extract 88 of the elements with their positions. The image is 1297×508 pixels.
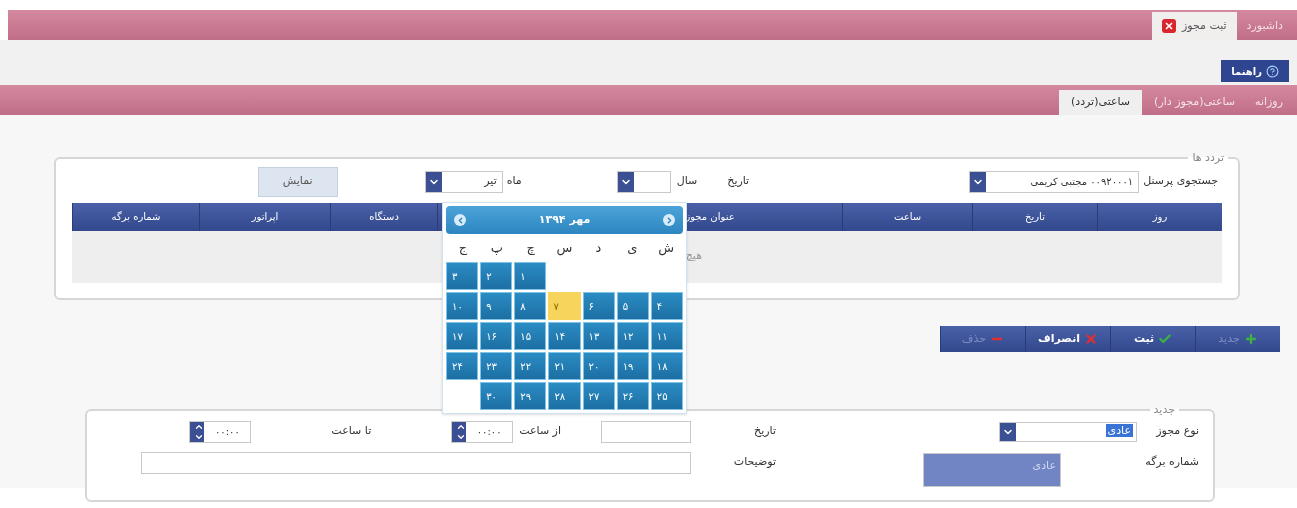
weekday-label: د <box>594 239 603 258</box>
panel-legend: تردد ها <box>1188 150 1228 167</box>
from-time-label: از ساعت <box>519 423 561 440</box>
next-month-icon[interactable] <box>454 214 466 226</box>
weekday-label: پ <box>489 239 504 258</box>
time-spinner[interactable]: ۰۰:۰۰ <box>451 420 514 443</box>
day-cell[interactable]: ۱۵ <box>514 322 547 350</box>
sheet-number-label: شماره برگه <box>1144 454 1199 471</box>
dropdown-caret-icon[interactable] <box>425 171 442 192</box>
tab[interactable]: ساعتی(تردد) <box>1058 90 1143 115</box>
date-field[interactable] <box>601 420 691 443</box>
column-header: دستگاه <box>330 202 437 231</box>
help-button[interactable]: راهنما <box>1221 60 1289 82</box>
dropdown-option[interactable]: عادی <box>924 453 1060 486</box>
permit-type-select[interactable]: عادی <box>999 421 1137 442</box>
selected-value: عادی <box>1105 424 1133 438</box>
day-cell[interactable]: ۹ <box>480 292 513 320</box>
previous-month-icon[interactable] <box>663 214 675 226</box>
day-cell[interactable]: ۳۰ <box>480 382 513 410</box>
dropdown-caret-icon[interactable] <box>1000 422 1016 441</box>
day-cell[interactable]: ۲۵ <box>650 382 683 410</box>
day-cell[interactable]: ۴ <box>650 292 683 320</box>
date-label: تاریخ <box>753 423 776 440</box>
permit-type-label: نوع مجوز <box>1154 423 1199 440</box>
day-cell[interactable]: ۷ <box>548 292 581 320</box>
day-cell[interactable]: ۲۰ <box>582 352 615 380</box>
tab[interactable]: ساعتی(مجوز دار) <box>1146 90 1244 115</box>
plus-icon <box>1243 332 1258 346</box>
toolbar-button[interactable]: ثبت <box>1110 326 1195 352</box>
day-cell[interactable]: ۱۴ <box>548 322 581 350</box>
dropdown-caret-icon[interactable] <box>617 171 634 192</box>
day-cell[interactable]: ۱۰ <box>446 292 479 320</box>
day-cell[interactable]: ۲۲ <box>514 352 547 380</box>
day-cell[interactable]: ۲۳ <box>480 352 513 380</box>
close-icon <box>1084 332 1099 346</box>
day-cell[interactable]: ۱۲ <box>616 322 649 350</box>
day-cell[interactable]: ۶ <box>582 292 615 320</box>
date-label: تاریخ <box>727 173 750 190</box>
weekday-label: ج <box>457 239 469 258</box>
empty-table-text: هیچ <box>685 248 702 265</box>
to-time-label: تا ساعت <box>331 423 372 440</box>
tab[interactable]: داشبورد <box>1238 12 1291 40</box>
day-cell[interactable]: ۱ <box>514 262 547 290</box>
column-header: ساعت <box>842 202 972 231</box>
column-header: تاریخ <box>972 202 1097 231</box>
description-field[interactable] <box>141 451 691 474</box>
spinner-arrows-icon[interactable] <box>452 421 467 442</box>
description-label: توضیحات <box>732 454 776 471</box>
day-cell[interactable]: ۲ <box>480 262 513 290</box>
tab[interactable]: روزانه <box>1247 90 1291 115</box>
weekday-label: ش <box>657 239 675 258</box>
column-header: روز <box>1097 202 1222 231</box>
year-label: سال <box>676 173 698 190</box>
day-cell[interactable]: ۱۷ <box>446 322 479 350</box>
day-cell[interactable]: ۱۹ <box>616 352 649 380</box>
dropdown-caret-icon[interactable] <box>970 171 987 192</box>
panel-legend: جدید <box>1149 402 1179 419</box>
day-cell[interactable]: ۳ <box>446 262 479 290</box>
day-cell[interactable]: ۲۴ <box>446 352 479 380</box>
day-cell[interactable]: ۸ <box>514 292 547 320</box>
day-cell[interactable]: ۲۷ <box>582 382 615 410</box>
weekday-label: س <box>555 239 574 258</box>
month-select[interactable]: تیر <box>424 170 503 193</box>
column-header: اپراتور <box>199 202 330 231</box>
close-icon[interactable] <box>1161 19 1176 33</box>
weekday-label: ی <box>626 239 639 258</box>
day-cell[interactable]: ۱۶ <box>480 322 513 350</box>
day-cell[interactable]: ۲۹ <box>514 382 547 410</box>
help-icon <box>1266 64 1279 78</box>
month-label: ماه <box>506 173 522 190</box>
show-button[interactable]: نمایش <box>257 166 338 197</box>
weekday-label: چ <box>525 239 536 258</box>
tab[interactable]: ثبت مجوز <box>1151 12 1237 40</box>
person-label: جستجوی پرسنل <box>1143 173 1218 190</box>
spinner-arrows-icon[interactable] <box>190 421 205 442</box>
day-cell[interactable]: ۲۱ <box>548 352 581 380</box>
toolbar-button[interactable]: انصراف <box>1025 326 1110 352</box>
day-cell[interactable]: ۱۳ <box>582 322 615 350</box>
time-spinner[interactable]: ۰۰:۰۰ <box>189 420 252 443</box>
day-cell[interactable]: ۱۸ <box>650 352 683 380</box>
person-select[interactable]: ۰۰۹۲۰۰۰۱ مجتبی کریمی <box>969 170 1140 193</box>
day-cell[interactable]: ۱۱ <box>650 322 683 350</box>
day-cell[interactable]: ۲۸ <box>548 382 581 410</box>
year-select[interactable] <box>616 170 671 193</box>
check-icon <box>1158 332 1173 346</box>
column-header: شماره برگه <box>72 202 199 231</box>
day-cell[interactable]: ۵ <box>616 292 649 320</box>
day-cell[interactable]: ۲۶ <box>616 382 649 410</box>
